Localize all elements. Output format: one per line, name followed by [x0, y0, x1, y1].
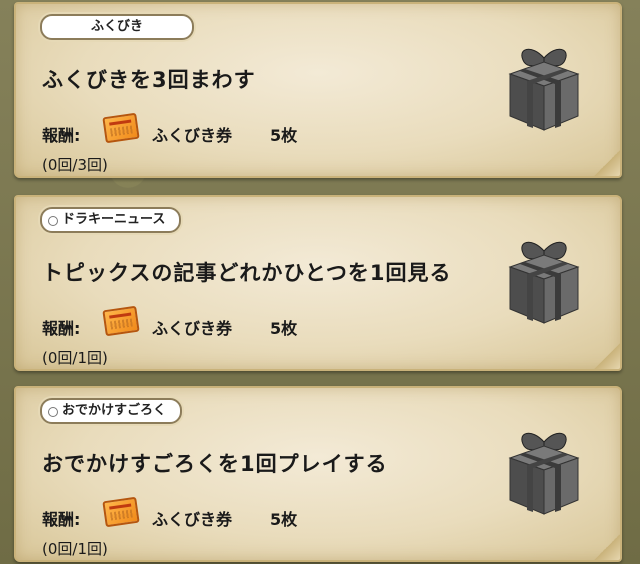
mission-category-label: ドラキーニュース: [62, 212, 166, 227]
reward-item-name: ふくびき券: [152, 510, 233, 529]
mission-category-label: おでかけすごろく: [62, 403, 167, 418]
mission-title: トピックスの記事どれかひとつを1回見る: [42, 261, 452, 285]
reward-item-name: ふくびき券: [152, 319, 233, 338]
reward-label: 報酬:: [42, 126, 81, 145]
mission-card[interactable]: おでかけすごろく おでかけすごろくを1回プレイする 報酬: ふくびき券 5枚 (…: [14, 386, 622, 562]
mission-category-tag: ふくびき: [40, 14, 194, 40]
mission-progress: (0回/1回): [42, 540, 108, 558]
mission-card[interactable]: ふくびき ふくびきを3回まわす 報酬: ふくびき券 5枚 (0回/3回): [14, 2, 622, 178]
gift-box-icon[interactable]: [496, 233, 592, 329]
reward-quantity: 5枚: [270, 510, 298, 529]
reward-quantity: 5枚: [270, 319, 298, 338]
ticket-icon: [102, 305, 140, 337]
mission-card[interactable]: ドラキーニュース トピックスの記事どれかひとつを1回見る 報酬: ふくびき券 5…: [14, 195, 622, 371]
gift-box-icon[interactable]: [496, 40, 592, 136]
mission-category-tag: ドラキーニュース: [40, 207, 182, 233]
reward-label: 報酬:: [42, 319, 81, 338]
ticket-icon: [102, 496, 140, 528]
reward-quantity: 5枚: [270, 126, 298, 145]
reward-item-name: ふくびき券: [152, 126, 233, 145]
tag-bullet-icon: [48, 216, 58, 226]
mission-progress: (0回/3回): [42, 156, 108, 174]
reward-label: 報酬:: [42, 510, 81, 529]
mission-title: ふくびきを3回まわす: [42, 68, 256, 92]
mission-category-tag: おでかけすごろく: [40, 398, 183, 424]
mission-category-label: ふくびき: [90, 19, 143, 34]
ticket-icon: [102, 112, 140, 144]
mission-progress: (0回/1回): [42, 349, 108, 367]
gift-box-icon[interactable]: [496, 424, 592, 520]
mission-title: おでかけすごろくを1回プレイする: [42, 452, 388, 476]
tag-bullet-icon: [48, 407, 58, 417]
